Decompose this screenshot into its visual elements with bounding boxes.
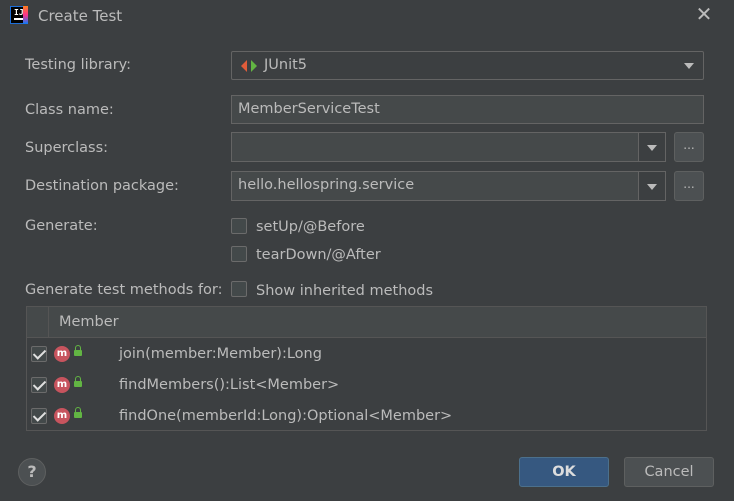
public-lock-icon <box>74 345 82 356</box>
class-name-input[interactable]: MemberServiceTest <box>231 95 704 124</box>
superclass-input[interactable] <box>231 132 666 162</box>
method-signature: join(member:Member):Long <box>119 346 322 362</box>
destination-package-label: Destination package: <box>25 178 179 194</box>
table-row[interactable]: m join(member:Member):Long <box>27 339 706 370</box>
superclass-label: Superclass: <box>25 140 109 156</box>
testing-library-dropdown[interactable]: JUnit5 <box>231 51 704 80</box>
destination-package-dropdown-button[interactable] <box>638 171 666 201</box>
testing-library-label: Testing library: <box>25 57 132 73</box>
table-row[interactable]: m findOne(memberId:Long):Optional<Member… <box>27 401 706 432</box>
cancel-button[interactable]: Cancel <box>624 457 714 487</box>
row-checkbox[interactable] <box>31 408 47 424</box>
close-icon[interactable]: ✕ <box>694 4 714 24</box>
destination-package-value: hello.hellospring.service <box>238 177 415 193</box>
public-lock-icon <box>74 407 82 418</box>
method-signature: findMembers():List<Member> <box>119 377 340 393</box>
members-table: Member m join(member:Member):Long m find… <box>26 306 707 431</box>
chevron-down-icon <box>684 63 694 69</box>
table-header: Member <box>27 307 706 338</box>
intellij-icon: IJ <box>10 6 28 24</box>
public-lock-icon <box>74 376 82 387</box>
destination-package-browse-button[interactable]: ... <box>674 171 704 201</box>
show-inherited-checkbox[interactable] <box>231 281 247 297</box>
junit-icon <box>241 60 257 72</box>
title-bar: IJ Create Test ✕ <box>0 0 734 32</box>
methods-for-label: Generate test methods for: <box>25 282 223 298</box>
chevron-down-icon <box>647 184 657 190</box>
method-icon: m <box>54 408 70 424</box>
method-signature: findOne(memberId:Long):Optional<Member> <box>119 408 453 424</box>
window-title: Create Test <box>38 7 123 25</box>
destination-package-input[interactable]: hello.hellospring.service <box>231 171 666 201</box>
chevron-down-icon <box>647 145 657 151</box>
generate-label: Generate: <box>25 218 98 234</box>
setup-checkbox[interactable] <box>231 218 247 234</box>
member-column-header[interactable]: Member <box>59 314 119 330</box>
setup-checkbox-label: setUp/@Before <box>256 219 365 235</box>
table-row[interactable]: m findMembers():List<Member> <box>27 370 706 401</box>
method-icon: m <box>54 377 70 393</box>
testing-library-value: JUnit5 <box>264 57 308 73</box>
class-name-label: Class name: <box>25 102 114 118</box>
superclass-browse-button[interactable]: ... <box>674 132 704 162</box>
help-button[interactable]: ? <box>18 458 46 486</box>
ok-button[interactable]: OK <box>519 457 609 487</box>
superclass-dropdown-button[interactable] <box>638 132 666 162</box>
method-icon: m <box>54 346 70 362</box>
row-checkbox[interactable] <box>31 377 47 393</box>
teardown-checkbox[interactable] <box>231 246 247 262</box>
teardown-checkbox-label: tearDown/@After <box>256 247 381 263</box>
row-checkbox[interactable] <box>31 346 47 362</box>
class-name-value: MemberServiceTest <box>238 101 380 117</box>
show-inherited-label: Show inherited methods <box>256 283 434 299</box>
